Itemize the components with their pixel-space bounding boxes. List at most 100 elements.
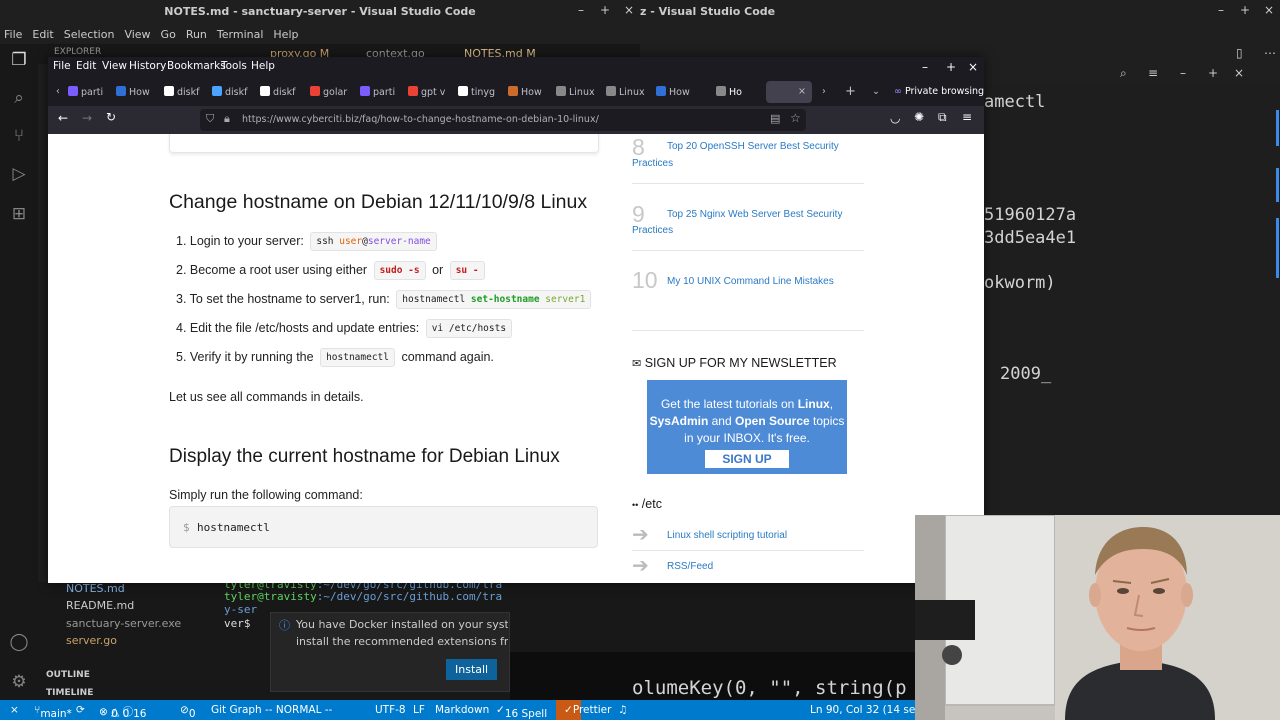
ff-menu-view[interactable]: View [102,60,127,72]
browser-tab[interactable]: Linux [556,82,595,102]
close-icon[interactable]: × [624,3,634,17]
link-unix-mistakes[interactable]: My 10 UNIX Command Line Mistakes [667,276,834,287]
menu-help[interactable]: Help [273,28,298,41]
browser-tab[interactable]: tinyg [458,82,495,102]
reload-icon[interactable]: ↻ [106,110,116,124]
prettier-indicator[interactable]: ✓ Prettier [556,700,611,720]
link-nginx[interactable]: Top 25 Nginx Web Server Best Security [667,209,842,220]
account-icon[interactable]: ◯ [9,632,29,652]
search-icon[interactable]: ⌕ [1120,66,1127,81]
link-nginx-2[interactable]: Practices [632,225,673,236]
minimize-icon[interactable]: – [1180,66,1186,80]
forward-icon[interactable]: → [82,111,92,125]
tab-scroll-right-icon[interactable]: › [822,82,826,102]
eol-indicator[interactable]: LF [413,704,425,716]
menu-lines-icon[interactable]: ≡ [1148,66,1158,80]
browser-tab[interactable]: golar [310,82,347,102]
link-openssh-2[interactable]: Practices [632,158,673,169]
maximize-icon[interactable]: + [946,60,956,74]
close-icon[interactable]: × [968,60,978,74]
browser-tab[interactable]: diskf [212,82,247,102]
close-icon[interactable]: × [1264,3,1274,17]
ff-menu-file[interactable]: File [53,60,71,72]
language-indicator[interactable]: Markdown [435,704,489,716]
source-control-icon[interactable]: ⑂ [9,126,29,146]
vscode2-editor[interactable]: amectl 51960127a 3dd5ea4e1 okworm) 2009_ [984,84,1280,515]
back-icon[interactable]: ← [58,111,68,125]
browser-tab[interactable]: parti [360,82,395,102]
signup-button[interactable]: SIGN UP [705,450,789,468]
close-icon[interactable]: × [1234,66,1244,80]
git-graph-button[interactable]: Git Graph [211,704,262,716]
run-debug-icon[interactable]: ▷ [9,164,29,184]
split-editor-icon[interactable]: ▯ [1236,46,1243,60]
minimize-icon[interactable]: – [578,3,584,17]
bookmark-star-icon[interactable]: ☆ [790,111,801,125]
file-server-go[interactable]: server.goM [66,634,226,647]
minimize-icon[interactable]: – [1218,3,1224,17]
problems-indicator[interactable]: ⊗ 0 △ 0 ⓘ 16 [99,704,146,720]
outline-section[interactable]: OUTLINE [46,670,90,680]
browser-tab[interactable]: Linux [606,82,645,102]
extension-puzzle-icon[interactable]: ✺ [914,110,924,124]
menu-edit[interactable]: Edit [32,28,53,41]
new-tab-icon[interactable]: + [845,80,856,100]
tracking-shield-icon[interactable]: ⛉ [206,112,214,126]
app-menu-icon[interactable]: ≡ [962,110,972,124]
maximize-icon[interactable]: + [600,3,610,17]
browser-tab[interactable]: parti [68,82,103,102]
ff-menu-bookmarks[interactable]: Bookmarks [167,60,226,72]
remote-icon[interactable]: ⨯ [10,704,19,716]
menu-run[interactable]: Run [186,28,207,41]
maximize-icon[interactable]: + [1240,3,1250,17]
tab-scroll-left-icon[interactable]: ‹ [56,82,60,102]
branch-indicator[interactable]: ⑂ main* [34,704,72,720]
browser-tab[interactable]: diskf [260,82,295,102]
url-text[interactable]: https://www.cyberciti.biz/faq/how-to-cha… [242,114,599,125]
install-button[interactable]: Install [446,659,498,680]
url-bar[interactable]: ⛉ 🔒︎ https://www.cyberciti.biz/faq/how-t… [200,109,806,131]
bell-icon[interactable]: ♫ [618,704,627,716]
tab-close-icon[interactable]: × [798,82,806,102]
extensions-icon[interactable]: ⧉ [938,110,947,125]
file-notes-md[interactable]: NOTES.mdM [66,582,226,595]
browser-tab[interactable]: Ho [716,82,742,102]
more-actions-icon[interactable]: ⋯ [1264,46,1276,60]
search-icon[interactable]: ⌕ [9,88,29,108]
extensions-icon[interactable]: ⊞ [9,204,29,224]
menu-selection[interactable]: Selection [64,28,115,41]
minimize-icon[interactable]: – [922,60,928,74]
menu-file[interactable]: File [4,28,22,41]
file-sanctuary-exe[interactable]: sanctuary-server.exe [66,617,181,630]
ff-menu-tools[interactable]: Tools [221,60,247,72]
browser-tab[interactable]: How [116,82,150,102]
lock-icon[interactable]: 🔒︎ [224,112,230,126]
maximize-icon[interactable]: + [1208,66,1218,80]
ports-indicator[interactable]: ⊘ 0 [180,704,196,720]
ff-menu-edit[interactable]: Edit [76,60,96,72]
ff-menu-help[interactable]: Help [251,60,275,72]
sync-icon[interactable]: ⟳ [76,704,85,716]
menu-go[interactable]: Go [161,28,176,41]
menu-terminal[interactable]: Terminal [217,28,264,41]
ff-menu-history[interactable]: History [129,60,166,72]
link-shell-scripting[interactable]: Linux shell scripting tutorial [667,530,787,541]
timeline-section[interactable]: TIMELINE [46,688,93,698]
link-rss-feed[interactable]: RSS/Feed [667,561,713,572]
encoding-indicator[interactable]: UTF-8 [375,704,406,716]
list-tabs-icon[interactable]: ⌄ [872,82,880,102]
manage-gear-icon[interactable]: ⚙ [9,672,29,692]
browser-tab[interactable]: How [508,82,542,102]
pocket-icon[interactable]: ◡ [890,111,900,125]
explorer-icon[interactable]: ❐ [9,50,29,70]
browser-tab[interactable]: gpt v [408,82,445,102]
menu-view[interactable]: View [124,28,150,41]
newsletter-banner[interactable]: Get the latest tutorials on Linux, SysAd… [647,380,847,474]
browser-tab[interactable]: diskf [164,82,199,102]
file-readme-md[interactable]: README.md [66,599,134,612]
browser-tab[interactable]: How [656,82,690,102]
code-block[interactable]: $ hostnamectl [169,506,598,548]
reader-view-icon[interactable]: ▤ [770,112,780,125]
link-openssh[interactable]: Top 20 OpenSSH Server Best Security [667,141,839,152]
spell-indicator[interactable]: ✓ 16 Spell [496,704,547,720]
